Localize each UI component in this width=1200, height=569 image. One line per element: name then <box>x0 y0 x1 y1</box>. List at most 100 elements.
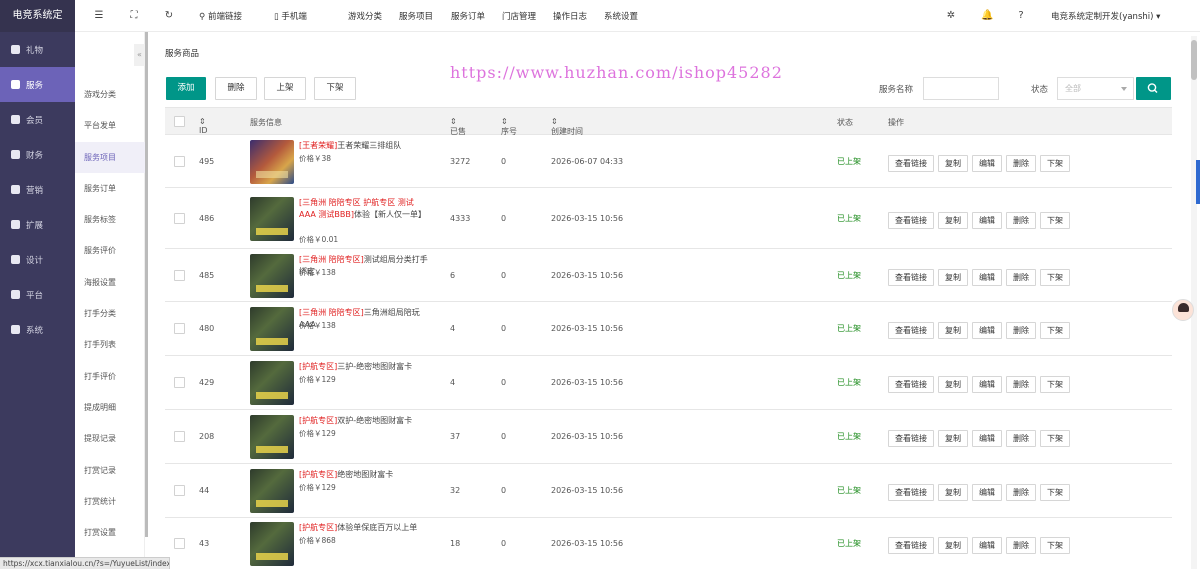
unpublish-button[interactable]: 下架 <box>314 77 356 100</box>
sidebar-item[interactable]: 系统 <box>0 312 75 347</box>
unpublish-row-button[interactable]: 下架 <box>1040 154 1070 172</box>
unpublish-row-button[interactable]: 下架 <box>1040 430 1070 447</box>
sidebar-item[interactable]: 服务 <box>0 67 75 102</box>
sub-sidebar-scrollbar[interactable] <box>145 32 148 537</box>
status-select[interactable]: 全部 <box>1057 77 1134 100</box>
scrollbar-thumb[interactable] <box>1191 40 1197 80</box>
service-title[interactable]: [护航专区]体验单保底百万以上单 <box>299 522 429 534</box>
edit-button[interactable]: 编辑 <box>972 430 1002 447</box>
sidebar-item[interactable]: 营销 <box>0 172 75 207</box>
unpublish-row-button[interactable]: 下架 <box>1040 322 1070 339</box>
col-sold-header[interactable]: 已售 ⇕ <box>450 117 466 136</box>
theme-icon[interactable]: ✲ <box>946 11 956 21</box>
sub-menu-item[interactable]: 打手列表 <box>75 329 145 360</box>
sub-menu-item[interactable]: 平台发单 <box>75 110 145 141</box>
sub-menu-item[interactable]: 服务标签 <box>75 204 145 235</box>
publish-button[interactable]: 上架 <box>264 77 306 100</box>
select-all-checkbox[interactable] <box>174 116 185 127</box>
sub-menu-item[interactable]: 服务项目 <box>75 141 145 173</box>
view-link-button[interactable]: 查看链接 <box>888 154 934 172</box>
edit-button[interactable]: 编辑 <box>972 537 1002 554</box>
delete-row-button[interactable]: 删除 <box>1006 322 1036 339</box>
delete-row-button[interactable]: 删除 <box>1006 430 1036 447</box>
user-menu[interactable]: 电竞系统定制开发(yanshi) ▾ <box>1051 10 1160 22</box>
view-link-button[interactable]: 查看链接 <box>888 268 934 286</box>
col-created-header[interactable]: 创建时间 ⇕ <box>551 117 583 136</box>
top-menu-item[interactable]: 服务项目 <box>399 10 433 22</box>
view-link-button[interactable]: 查看链接 <box>888 376 934 393</box>
sub-menu-item[interactable]: 打赏记录 <box>75 455 145 486</box>
mobile-link[interactable]: ▯ 手机端 <box>274 10 307 22</box>
unpublish-row-button[interactable]: 下架 <box>1040 484 1070 501</box>
sub-menu-item[interactable]: 打赏统计 <box>75 486 145 517</box>
service-name-input[interactable] <box>923 77 999 100</box>
service-title[interactable]: [护航专区]三护-绝密地图财富卡 <box>299 361 429 373</box>
sidebar-item[interactable]: 礼物 <box>0 32 75 67</box>
bell-icon[interactable]: 🔔 <box>981 11 993 21</box>
sub-menu-item[interactable]: 游戏分类 <box>75 79 145 110</box>
unpublish-row-button[interactable]: 下架 <box>1040 211 1070 229</box>
row-checkbox[interactable] <box>174 155 185 167</box>
delete-button[interactable]: 删除 <box>215 77 257 100</box>
service-title[interactable]: [三角洲 陪陪专区 护航专区 测试AAA 测试BBB]体验【新人仅一单】 <box>299 197 429 221</box>
copy-button[interactable]: 复制 <box>938 376 968 393</box>
unpublish-row-button[interactable]: 下架 <box>1040 268 1070 286</box>
sub-menu-item[interactable]: 服务订单 <box>75 173 145 204</box>
unpublish-row-button[interactable]: 下架 <box>1040 376 1070 393</box>
sub-menu-item[interactable]: 提成明细 <box>75 392 145 423</box>
edit-button[interactable]: 编辑 <box>972 211 1002 229</box>
sub-menu-item[interactable]: 打手分类 <box>75 298 145 329</box>
row-checkbox[interactable] <box>174 538 185 549</box>
unpublish-row-button[interactable]: 下架 <box>1040 537 1070 554</box>
sidebar-item[interactable]: 扩展 <box>0 207 75 242</box>
sub-menu-item[interactable]: 打赏设置 <box>75 517 145 548</box>
top-menu-item[interactable]: 游戏分类 <box>348 10 382 22</box>
sidebar-item[interactable]: 会员 <box>0 102 75 137</box>
copy-button[interactable]: 复制 <box>938 430 968 447</box>
edit-button[interactable]: 编辑 <box>972 154 1002 172</box>
row-checkbox[interactable] <box>174 485 185 496</box>
edit-button[interactable]: 编辑 <box>972 322 1002 339</box>
frontend-link[interactable]: ⚲ 前端链接 <box>199 10 242 22</box>
sub-menu-item[interactable]: 服务评价 <box>75 235 145 266</box>
view-link-button[interactable]: 查看链接 <box>888 430 934 447</box>
top-menu-item[interactable]: 系统设置 <box>604 10 638 22</box>
copy-button[interactable]: 复制 <box>938 322 968 339</box>
service-title[interactable]: [护航专区]双护-绝密地图财富卡 <box>299 415 429 427</box>
row-checkbox[interactable] <box>174 269 185 281</box>
sidebar-item[interactable]: 平台 <box>0 277 75 312</box>
top-menu-item[interactable]: 操作日志 <box>553 10 587 22</box>
view-link-button[interactable]: 查看链接 <box>888 322 934 339</box>
top-menu-item[interactable]: 服务订单 <box>451 10 485 22</box>
delete-row-button[interactable]: 删除 <box>1006 211 1036 229</box>
view-link-button[interactable]: 查看链接 <box>888 537 934 554</box>
copy-button[interactable]: 复制 <box>938 154 968 172</box>
help-icon[interactable]: ? <box>1016 11 1026 21</box>
search-button[interactable] <box>1136 77 1171 100</box>
collapse-icon[interactable]: « <box>134 44 145 66</box>
row-checkbox[interactable] <box>174 212 185 224</box>
copy-button[interactable]: 复制 <box>938 268 968 286</box>
sub-menu-item[interactable]: 打手评价 <box>75 361 145 392</box>
service-title[interactable]: [王者荣耀]王者荣耀三排组队 <box>299 140 429 152</box>
copy-button[interactable]: 复制 <box>938 484 968 501</box>
copy-button[interactable]: 复制 <box>938 537 968 554</box>
row-checkbox[interactable] <box>174 323 185 334</box>
delete-row-button[interactable]: 删除 <box>1006 268 1036 286</box>
delete-row-button[interactable]: 删除 <box>1006 154 1036 172</box>
edit-button[interactable]: 编辑 <box>972 376 1002 393</box>
service-title[interactable]: [护航专区]绝密地图财富卡 <box>299 469 429 481</box>
main-scrollbar[interactable] <box>1191 36 1197 569</box>
col-id-header[interactable]: ID ⇕ <box>199 117 208 135</box>
sub-menu-item[interactable]: 提现记录 <box>75 423 145 454</box>
refresh-icon[interactable]: ↻ <box>164 11 174 21</box>
menu-toggle-icon[interactable]: ☰ <box>94 11 104 21</box>
top-menu-item[interactable]: 门店管理 <box>502 10 536 22</box>
delete-row-button[interactable]: 删除 <box>1006 537 1036 554</box>
edit-button[interactable]: 编辑 <box>972 484 1002 501</box>
fullscreen-icon[interactable]: ⛶ <box>129 11 139 21</box>
side-float-tab[interactable] <box>1196 160 1200 204</box>
view-link-button[interactable]: 查看链接 <box>888 484 934 501</box>
delete-row-button[interactable]: 删除 <box>1006 484 1036 501</box>
view-link-button[interactable]: 查看链接 <box>888 211 934 229</box>
